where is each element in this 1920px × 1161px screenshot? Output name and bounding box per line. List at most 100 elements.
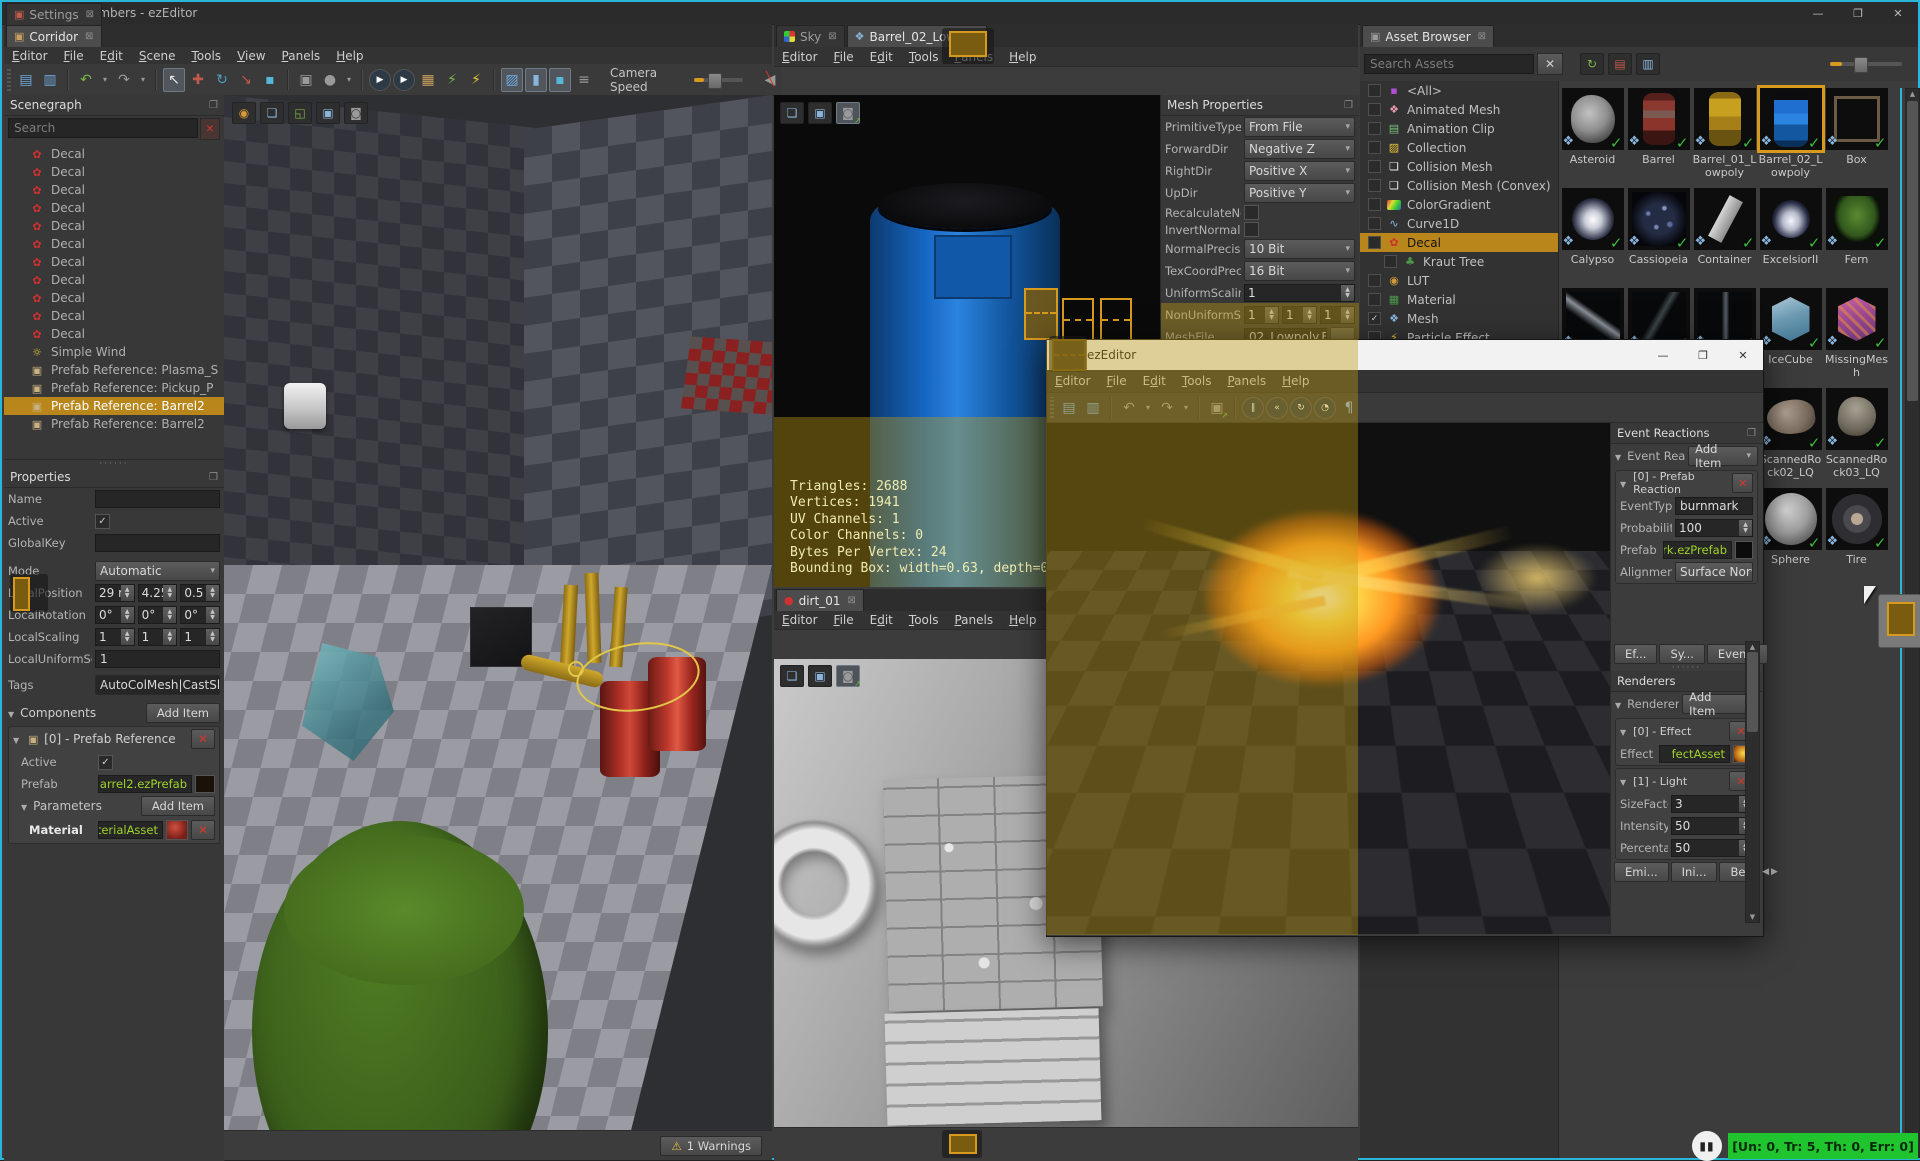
scenegraph-item[interactable]: ▣ Prefab Reference: Barrel2 bbox=[4, 397, 224, 415]
scenegraph-item[interactable]: ✿ Decal bbox=[4, 325, 224, 343]
menu-item[interactable]: Tools bbox=[1174, 373, 1220, 389]
scaling-y-stepper[interactable]: 1 bbox=[137, 628, 178, 646]
components-collapse-icon[interactable] bbox=[8, 706, 17, 720]
asset-tile[interactable]: ExcelsiorII bbox=[1758, 188, 1823, 287]
filter-checkbox[interactable] bbox=[1368, 293, 1381, 306]
menu-item[interactable]: File bbox=[56, 48, 92, 64]
maximize-button[interactable]: ❐ bbox=[1683, 345, 1723, 366]
filter-checkbox[interactable] bbox=[1368, 274, 1381, 287]
remove-component-button[interactable] bbox=[191, 729, 215, 749]
asset-tile[interactable]: Box bbox=[1824, 88, 1889, 187]
grid-toggle-icon[interactable]: ▨ bbox=[501, 67, 523, 92]
menu-item[interactable]: File bbox=[826, 49, 862, 65]
prefab-thumbnail[interactable] bbox=[1735, 541, 1753, 559]
document-tab[interactable]: ▣ Corridor bbox=[6, 25, 103, 47]
asset-type-row[interactable]: ▤ Animation Clip bbox=[1360, 119, 1558, 138]
stop-simulation-icon[interactable]: ⚡ bbox=[465, 68, 487, 92]
layers-icon[interactable]: ❏ bbox=[260, 102, 284, 124]
float-panel-icon[interactable] bbox=[1344, 100, 1353, 111]
menu-item[interactable]: Editor bbox=[774, 612, 826, 628]
gizmo-handle[interactable] bbox=[568, 661, 584, 677]
renderers-scrollbar[interactable] bbox=[1745, 641, 1760, 923]
particle-viewport[interactable] bbox=[1047, 423, 1610, 934]
add-parameter-button[interactable]: Add Item bbox=[140, 796, 215, 816]
maximize-button[interactable]: ❐ bbox=[1838, 3, 1878, 24]
scenegraph-item[interactable]: ✿ Decal bbox=[4, 199, 224, 217]
undo-dropdown-icon[interactable]: ▾ bbox=[99, 68, 111, 92]
play-icon[interactable]: ▶ bbox=[369, 68, 391, 91]
collapse-icon[interactable] bbox=[1620, 477, 1629, 490]
float-panel-icon[interactable] bbox=[1747, 428, 1756, 439]
asset-type-row[interactable]: ▨ Collection bbox=[1360, 138, 1558, 157]
prefab-asset-field[interactable]: rk.ezPrefab bbox=[1663, 541, 1732, 559]
scene-viewport[interactable]: ◉ ❏ ◱ ▣ ◙ bbox=[224, 95, 772, 1130]
collapse-icon[interactable] bbox=[1615, 449, 1624, 463]
menu-item[interactable]: Help bbox=[1001, 612, 1044, 628]
scenegraph-item[interactable]: ✿ Decal bbox=[4, 271, 224, 289]
uniform-scaling-stepper[interactable]: 1 bbox=[1244, 284, 1355, 302]
menu-item[interactable]: Edit bbox=[862, 612, 901, 628]
loop-icon[interactable]: ↻ bbox=[1290, 396, 1312, 419]
close-button[interactable]: ✕ bbox=[1878, 3, 1918, 24]
collapse-icon[interactable] bbox=[13, 732, 22, 746]
filter-checkbox[interactable] bbox=[1368, 198, 1381, 211]
asset-type-row[interactable]: ∿ Curve1D bbox=[1360, 214, 1558, 233]
scenegraph-item[interactable]: ✿ Decal bbox=[4, 145, 224, 163]
filter-checkbox[interactable] bbox=[1368, 122, 1381, 135]
intensity-stepper[interactable]: 50 bbox=[1671, 817, 1753, 835]
render-sphere-icon[interactable]: ● bbox=[319, 68, 341, 92]
scenegraph-item[interactable]: ▣ Prefab Reference: Barrel2 bbox=[4, 415, 224, 433]
clear-search-icon[interactable]: ✕ bbox=[1537, 53, 1563, 75]
prefab-asset-field[interactable]: cts/Barrel2.ezPrefab bbox=[98, 775, 192, 793]
document-tab-sky[interactable]: Sky bbox=[776, 25, 845, 47]
panel-tab[interactable]: Ini... bbox=[1670, 862, 1718, 882]
up-dir-dropdown[interactable]: Positive Y bbox=[1244, 183, 1355, 203]
scenegraph-search-input[interactable] bbox=[8, 118, 198, 138]
name-field[interactable] bbox=[95, 490, 220, 508]
redo-dropdown-icon[interactable]: ▾ bbox=[137, 68, 149, 92]
floating-title-bar[interactable]: ezEditor — ❐ ✕ bbox=[1047, 340, 1763, 370]
nonuniform-x-stepper[interactable]: 1 bbox=[1244, 306, 1279, 324]
camera-speed-slider[interactable] bbox=[693, 72, 743, 89]
filter-checkbox[interactable] bbox=[1368, 141, 1381, 154]
percentage-stepper[interactable]: 50 bbox=[1671, 839, 1753, 857]
scenegraph-item[interactable]: ✿ Decal bbox=[4, 181, 224, 199]
snap-settings-icon[interactable]: ▪ bbox=[259, 68, 281, 92]
asset-type-row[interactable]: ❏ Collision Mesh (Convex) bbox=[1360, 176, 1558, 195]
menu-item[interactable]: Editor bbox=[1047, 373, 1099, 389]
scenegraph-item[interactable]: ▣ Prefab Reference: Pickup_P bbox=[4, 379, 224, 397]
asset-tile[interactable]: Barrel_01_Lowpoly bbox=[1692, 88, 1757, 187]
shape-icons-toggle-icon[interactable]: ▪ bbox=[549, 67, 571, 92]
remove-material-button[interactable] bbox=[191, 820, 215, 840]
nonuniform-z-stepper[interactable]: 1 bbox=[1320, 306, 1355, 324]
uniform-scaling-field[interactable]: 1 bbox=[95, 650, 220, 668]
render-box-icon[interactable]: ▣ bbox=[295, 68, 317, 92]
layers-icon[interactable]: ❏ bbox=[780, 665, 804, 687]
menu-item[interactable]: File bbox=[826, 612, 862, 628]
scenegraph-item[interactable]: ▣ Prefab Reference: Plasma_S bbox=[4, 361, 224, 379]
asset-tile[interactable]: Asteroid bbox=[1560, 88, 1625, 187]
tab-scroll-right-icon[interactable]: ▶ bbox=[1771, 867, 1778, 877]
rotation-y-stepper[interactable]: 0° bbox=[137, 606, 178, 624]
asset-tile[interactable]: Calypso bbox=[1560, 188, 1625, 287]
clear-search-icon[interactable]: ✕ bbox=[200, 118, 220, 140]
menu-item[interactable]: File bbox=[1099, 373, 1135, 389]
scenegraph-item[interactable]: ✿ Decal bbox=[4, 307, 224, 325]
copy-path-icon[interactable]: ▥ bbox=[1636, 53, 1660, 75]
remove-reaction-button[interactable] bbox=[1732, 473, 1753, 493]
menu-item[interactable]: Panels bbox=[274, 48, 329, 64]
asset-type-row[interactable]: ❖ Animated Mesh bbox=[1360, 100, 1558, 119]
tab-scroll-left-icon[interactable]: ◀ bbox=[1762, 867, 1769, 877]
asset-tile[interactable]: ScannedRock02_LQ bbox=[1758, 388, 1823, 487]
maximize-viewport-icon[interactable]: ◱ bbox=[288, 102, 312, 124]
tags-dropdown[interactable]: AutoColMesh|CastShadow bbox=[95, 675, 220, 695]
scale-tool-icon[interactable]: ↘ bbox=[235, 68, 257, 92]
redo-icon[interactable]: ↷ bbox=[113, 68, 135, 92]
scaling-z-stepper[interactable]: 1 bbox=[180, 628, 221, 646]
menu-item[interactable]: Panels bbox=[1219, 373, 1274, 389]
texcoord-precision-dropdown[interactable]: 16 Bit bbox=[1244, 261, 1355, 281]
menu-item[interactable]: Help bbox=[1274, 373, 1317, 389]
menu-item[interactable]: Help bbox=[1001, 49, 1044, 65]
screenshot-icon[interactable]: ▣ ↗ bbox=[808, 102, 861, 125]
probability-stepper[interactable]: 100 bbox=[1675, 519, 1753, 537]
